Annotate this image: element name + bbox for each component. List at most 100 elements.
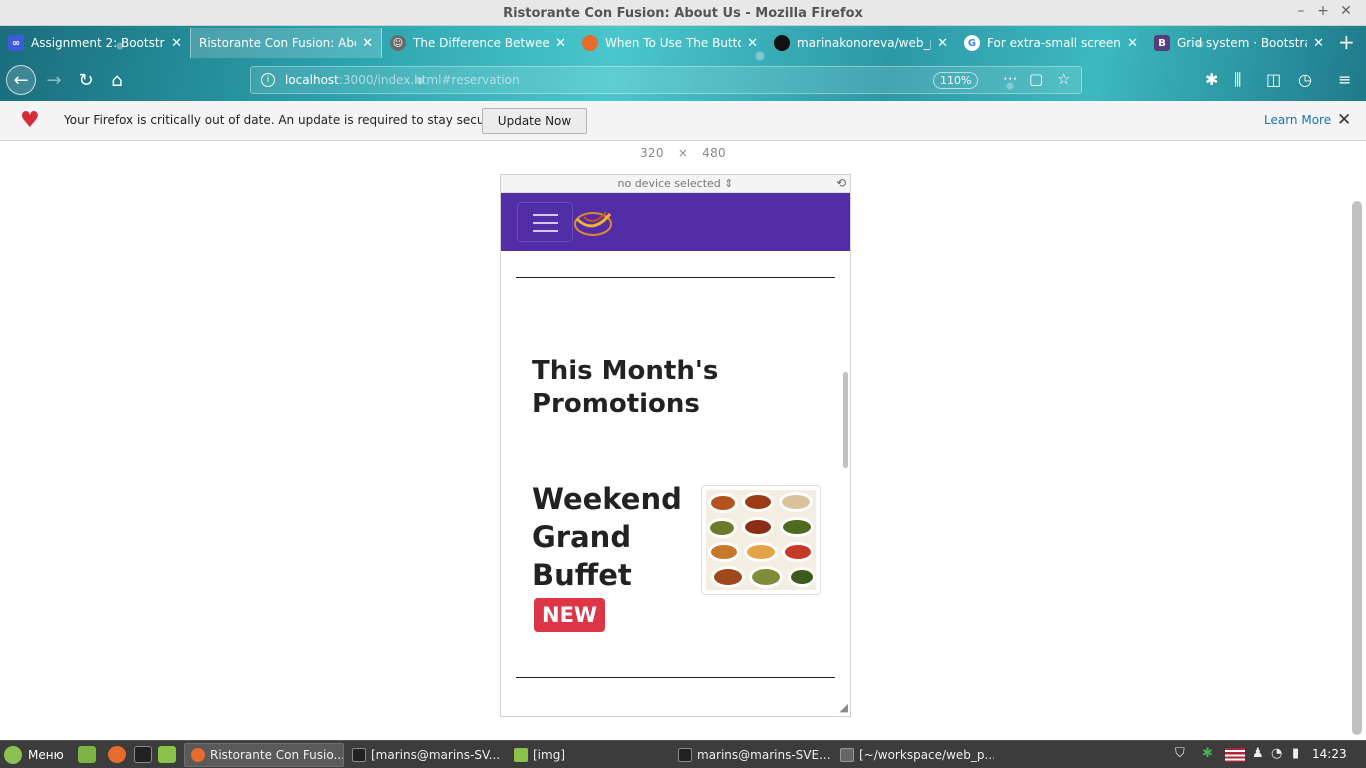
mint-logo-icon (4, 746, 22, 764)
device-selector-label: no device selected (617, 177, 721, 190)
close-tab-icon[interactable]: ✕ (937, 36, 948, 51)
menu-icon[interactable]: ≡ (1338, 70, 1351, 89)
close-tab-icon[interactable]: ✕ (1127, 36, 1138, 51)
pocket-icon[interactable]: ▢ (1029, 70, 1043, 88)
back-icon[interactable]: ← (6, 65, 36, 95)
url-host: localhost (285, 73, 339, 87)
shield-icon[interactable]: ⛉ (1175, 746, 1185, 761)
promo-title-text: Weekend Grand Buffet (532, 482, 682, 592)
tab-label: Assignment 2: Bootstra (31, 36, 166, 50)
rotate-viewport-icon[interactable]: ⟲ (836, 176, 846, 190)
tab-assignment[interactable]: ∞ Assignment 2: Bootstra ✕ (0, 28, 190, 58)
buffet-image (701, 485, 821, 595)
menu-label: Меню (28, 748, 64, 762)
tab-label: Grid system · Bootstrap (1177, 36, 1308, 50)
viewport-scrollbar[interactable] (1352, 201, 1362, 735)
keyboard-layout-flag-icon[interactable] (1225, 748, 1245, 762)
close-tab-icon[interactable]: ✕ (747, 36, 758, 51)
zoom-indicator[interactable]: 110% (933, 72, 979, 89)
tab-label: The Difference Betwee (413, 36, 550, 50)
start-menu-button[interactable]: Меню (4, 745, 64, 765)
window-title: Ristorante Con Fusion: About Us - Mozill… (503, 6, 863, 21)
reload-icon[interactable]: ↻ (72, 66, 100, 94)
history-icon[interactable]: ◷ (1298, 70, 1312, 89)
maximize-icon[interactable]: + (1313, 3, 1333, 19)
rdm-times: × (677, 146, 689, 160)
url-path: :3000/index.html#reservation (338, 73, 520, 87)
user-icon[interactable]: ♟ (1252, 746, 1264, 761)
taskbar-window-label: [img] (533, 748, 566, 762)
page-actions-icon[interactable]: ··· (1003, 70, 1017, 88)
bookmark-star-icon[interactable]: ☆ (1057, 70, 1070, 88)
info-icon[interactable]: i (261, 73, 275, 87)
content-viewport: 320 × 480 no device selected ⇕ ⟲ This Mont… (0, 141, 1366, 740)
tab-when-to-use[interactable]: When To Use The Butto ✕ (574, 28, 766, 58)
section-divider (516, 677, 835, 678)
library-icon[interactable]: ⫼ (1234, 70, 1241, 90)
system-taskbar: Меню Ristorante Con Fusio... [marins@mar… (0, 740, 1366, 768)
taskbar-window-editor[interactable]: [~/workspace/web_p... (834, 743, 994, 767)
tab-label: Ristorante Con Fusion: Abo (199, 36, 357, 50)
forward-icon[interactable]: → (40, 66, 68, 94)
tab-difference[interactable]: ☺ The Difference Betwee ✕ (382, 28, 574, 58)
folder-icon (514, 748, 528, 762)
wifi-icon[interactable]: ◔ (1271, 746, 1282, 761)
taskbar-window-terminal[interactable]: [marins@marins-SV... (346, 743, 504, 767)
new-tab-icon[interactable]: + (1338, 30, 1355, 54)
close-tab-icon[interactable]: ✕ (171, 36, 182, 51)
show-desktop-icon[interactable] (78, 746, 96, 763)
browser-chrome: ∞ Assignment 2: Bootstra ✕ Ristorante Co… (0, 26, 1366, 101)
taskbar-window-label: [marins@marins-SV... (371, 748, 501, 762)
rdm-width[interactable]: 320 (640, 146, 664, 160)
close-tab-icon[interactable]: ✕ (1313, 36, 1324, 51)
url-text[interactable]: localhost:3000/index.html#reservation (285, 73, 520, 87)
tab-label: marinakonoreva/web_p (797, 36, 932, 50)
address-bar[interactable]: i localhost:3000/index.html#reservation … (250, 66, 1082, 94)
food-platters-image (706, 490, 816, 590)
close-notification-icon[interactable]: ✕ (1337, 110, 1351, 130)
minimize-icon[interactable]: – (1291, 3, 1311, 19)
notification-message: Your Firefox is critically out of date. … (64, 113, 501, 127)
tab-github[interactable]: marinakonoreva/web_p ✕ (766, 28, 956, 58)
tab-label: When To Use The Butto (605, 36, 742, 50)
close-tab-icon[interactable]: ✕ (555, 36, 566, 51)
taskbar-window-terminal-2[interactable]: marins@marins-SVE... (672, 743, 830, 767)
restaurant-logo-icon[interactable] (572, 207, 614, 239)
device-selector[interactable]: no device selected ⇕ (501, 175, 850, 193)
taskbar-window-label: marins@marins-SVE... (697, 748, 830, 762)
system-clock[interactable]: 14:23 (1312, 747, 1347, 761)
files-launcher-icon[interactable] (158, 746, 176, 763)
tab-bootstrap[interactable]: B Grid system · Bootstrap ✕ (1146, 28, 1332, 58)
taskbar-window-firefox[interactable]: Ristorante Con Fusio... (184, 743, 344, 767)
taskbar-window-img[interactable]: [img] (508, 743, 668, 767)
resize-handle-icon[interactable]: ◢ (840, 701, 848, 714)
firefox-icon (191, 748, 205, 762)
rdm-height[interactable]: 480 (702, 146, 726, 160)
close-tab-icon[interactable]: ✕ (362, 36, 373, 51)
terminal-launcher-icon[interactable] (134, 746, 152, 763)
tab-ristorante[interactable]: Ristorante Con Fusion: Abo ✕ (190, 28, 382, 58)
learn-more-link[interactable]: Learn More (1264, 113, 1331, 127)
terminal-icon (352, 748, 366, 762)
rdm-dimensions: 320 × 480 (640, 146, 740, 160)
home-icon[interactable]: ⌂ (103, 66, 131, 94)
assignment-icon: ∞ (8, 35, 24, 51)
new-badge: NEW (534, 598, 606, 632)
toggler-bar (533, 222, 558, 224)
article-icon: ☺ (390, 35, 406, 51)
promotions-heading: This Month's Promotions (532, 356, 719, 419)
sublime-icon (840, 748, 854, 762)
tab-google[interactable]: G For extra-small screen ✕ (956, 28, 1146, 58)
battery-icon[interactable]: ▮ (1292, 746, 1299, 761)
promo-title: Weekend Grand Buffet NEW (532, 480, 702, 632)
page-scrollbar[interactable] (843, 372, 848, 468)
sidebar-icon[interactable]: ◫ (1266, 70, 1281, 89)
bluetooth-icon[interactable]: ✱ (1202, 746, 1213, 761)
close-window-icon[interactable]: ✕ (1336, 3, 1356, 19)
update-now-button[interactable]: Update Now (482, 108, 587, 134)
tab-label: For extra-small screen (987, 36, 1121, 50)
navbar-toggler-button[interactable] (517, 202, 573, 242)
extension-icon[interactable]: ✱ (1205, 70, 1218, 89)
github-icon (774, 35, 790, 51)
firefox-launcher-icon[interactable] (108, 746, 126, 763)
